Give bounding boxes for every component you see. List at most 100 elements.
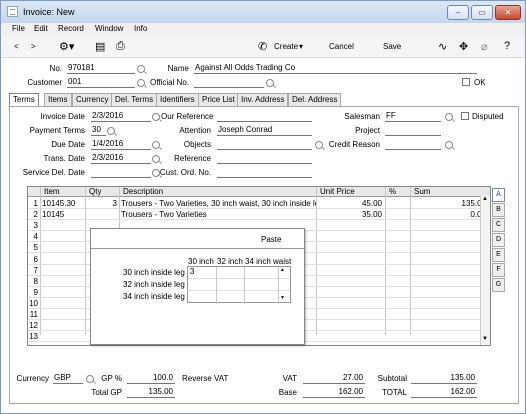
project-label: Project [355, 126, 380, 135]
side-tab-g[interactable]: G [492, 278, 505, 292]
create-button[interactable]: Create [274, 42, 298, 51]
create-dropdown-icon[interactable]: ▾ [299, 42, 303, 51]
subtotal-field[interactable]: 135.00 [411, 373, 477, 384]
col-header-percent: % [389, 187, 397, 196]
cell-sum[interactable]: 0.00 [412, 210, 486, 219]
tab-items[interactable]: Items [44, 93, 72, 106]
tab-inv-address[interactable]: Inv. Address [237, 93, 289, 106]
trans-date-field[interactable]: 2/3/2016 [91, 153, 151, 164]
payment-terms-paste-icon[interactable] [107, 127, 115, 135]
disputed-checkbox[interactable] [461, 112, 469, 120]
side-tab-b[interactable]: B [492, 203, 505, 217]
cell-item[interactable]: 10145.30 [42, 199, 85, 208]
cell-qty[interactable]: 3 [87, 199, 117, 208]
minimize-icon: ‒ [455, 8, 461, 17]
no-paste-icon[interactable] [137, 65, 145, 73]
customer-field[interactable]: 001 [67, 77, 135, 88]
scroll-down-icon[interactable]: ▼ [482, 336, 488, 342]
no-field[interactable]: 970181 [67, 63, 135, 74]
scroll-up-icon[interactable]: ▲ [482, 196, 488, 202]
official-no-field[interactable] [194, 77, 264, 88]
cancel-button[interactable]: Cancel [329, 42, 354, 51]
trans-date-paste-icon[interactable] [152, 155, 160, 163]
paste-col-32: 32 inch [217, 257, 243, 266]
invoice-date-field[interactable]: 2/3/2016 [91, 111, 151, 122]
credit-reason-field[interactable] [385, 139, 441, 150]
activity-icon[interactable]: ∿ [438, 40, 447, 53]
service-del-date-field[interactable] [91, 167, 151, 178]
due-date-paste-icon[interactable] [152, 141, 160, 149]
print-icon[interactable]: ▤ [95, 40, 105, 53]
salesman-paste-icon[interactable] [445, 113, 453, 121]
tab-identifiers[interactable]: Identifiers [156, 93, 199, 106]
vat-field[interactable]: 27.00 [303, 373, 365, 384]
save-button[interactable]: Save [383, 42, 401, 51]
maximize-button[interactable]: ▭ [471, 5, 493, 20]
side-tab-e[interactable]: E [492, 248, 505, 262]
table-row[interactable]: 1 10145.30 3 Trousers - Two Varieties, 30 i… [28, 198, 490, 210]
menu-bar: File Edit Record Window Info [1, 23, 525, 36]
help-icon[interactable]: ? [504, 40, 510, 52]
base-field[interactable]: 162.00 [303, 387, 365, 398]
menu-record[interactable]: Record [58, 24, 84, 33]
cell-desc[interactable]: Trousers - Two Varieties, 30 inch waist,… [121, 199, 316, 208]
gear-icon[interactable]: ⚙▾ [59, 40, 74, 53]
cell-sum[interactable]: 135.00 [412, 199, 486, 208]
currency-label: Currency [16, 374, 49, 383]
paste-row-30: 30 inch inside leg [123, 268, 185, 277]
cell-desc[interactable]: Trousers - Two Varieties [121, 210, 316, 219]
project-field[interactable] [385, 125, 441, 136]
name-field[interactable]: Against All Odds Trading Co [194, 63, 477, 74]
side-tab-c[interactable]: C [492, 218, 505, 232]
menu-file[interactable]: File [12, 24, 25, 33]
matrix-scroll-up-icon[interactable]: ▲ [280, 267, 285, 273]
our-reference-field[interactable] [217, 111, 312, 122]
matrix-line [216, 267, 217, 304]
credit-reason-paste-icon[interactable] [445, 141, 453, 149]
close-button[interactable]: ✕ [495, 5, 521, 20]
currency-paste-icon[interactable] [86, 375, 94, 383]
official-no-paste-icon[interactable] [266, 79, 274, 87]
prev-record-button[interactable]: < [14, 42, 19, 51]
gp-percent-field[interactable]: 100.0 [127, 373, 175, 384]
grid-scrollbar[interactable]: ▲ ▼ [480, 196, 490, 345]
reference-field[interactable] [217, 153, 312, 164]
cell-price[interactable]: 35.00 [318, 210, 382, 219]
minimize-button[interactable]: ‒ [447, 5, 469, 20]
side-tab-a[interactable]: A [492, 188, 505, 202]
objects-field[interactable] [217, 139, 312, 150]
menu-edit[interactable]: Edit [34, 24, 48, 33]
total-field[interactable]: 162.00 [411, 387, 477, 398]
table-row[interactable]: 2 10145 Trousers - Two Varieties 35.00 0.00 [28, 209, 490, 221]
tab-del-terms[interactable]: Del. Terms [111, 93, 158, 106]
menu-window[interactable]: Window [95, 24, 123, 33]
toolbar: < > ⚙▾ ▤ ⎙ ✆ Create ▾ Cancel Save ∿ ✥ ⌀ … [1, 36, 525, 58]
attachment-icon[interactable]: ⌀ [481, 40, 488, 53]
phone-icon[interactable]: ✆ [258, 40, 267, 53]
cust-ord-no-field[interactable] [217, 167, 312, 178]
row-number: 3 [33, 221, 38, 231]
side-tab-d[interactable]: D [492, 233, 505, 247]
ok-checkbox[interactable] [462, 78, 470, 86]
attention-field[interactable]: Joseph Conrad [217, 125, 312, 136]
cell-item[interactable]: 10145 [42, 210, 85, 219]
payment-terms-field[interactable]: 30 [91, 125, 106, 136]
total-gp-field[interactable]: 135.00 [127, 387, 175, 398]
due-date-field[interactable]: 1/4/2016 [91, 139, 151, 150]
salesman-field[interactable]: FF [385, 111, 441, 122]
payment-terms-label: Payment Terms [29, 126, 85, 135]
tab-price-list[interactable]: Price List [198, 93, 239, 106]
next-record-button[interactable]: > [31, 42, 36, 51]
currency-field[interactable]: GBP [53, 373, 83, 384]
invoice-date-paste-icon[interactable] [152, 113, 160, 121]
matrix-scroll-down-icon[interactable]: ▼ [280, 295, 285, 301]
tab-currency[interactable]: Currency [72, 93, 113, 106]
tab-del-address[interactable]: Del. Address [288, 93, 342, 106]
print-preview-icon[interactable]: ⎙ [116, 40, 125, 53]
tab-terms[interactable]: Terms [9, 93, 39, 107]
menu-info[interactable]: Info [134, 24, 147, 33]
cell-price[interactable]: 45.00 [318, 199, 382, 208]
paste-matrix-cell[interactable]: 3 [190, 267, 194, 276]
side-tab-f[interactable]: F [492, 263, 505, 277]
expand-icon[interactable]: ✥ [459, 40, 468, 53]
